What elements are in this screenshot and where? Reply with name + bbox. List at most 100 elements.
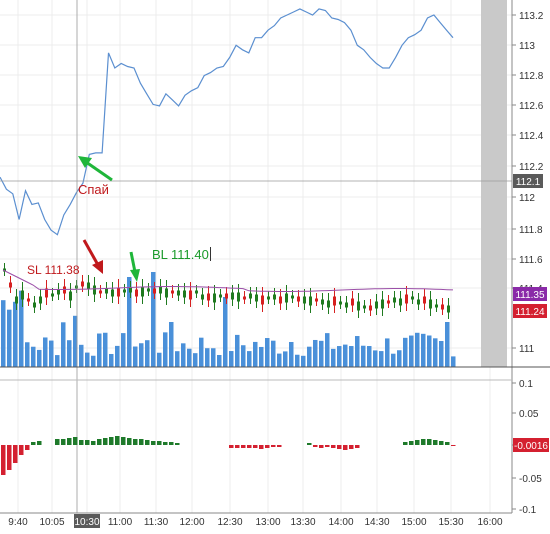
time-tick-5: 12:00 [179,517,204,528]
osc-tick-1: 0.05 [519,409,539,420]
volume-bar-75 [451,356,456,367]
candle-body-16 [99,290,102,294]
candle-body-68 [411,296,414,300]
volume-bar-43 [259,346,264,367]
osc-bar-5 [31,442,36,445]
volume-bar-66 [397,350,402,367]
osc-bar-29 [175,443,180,445]
osc-bar-38 [229,445,234,448]
price-tick-0: 113.2 [519,11,544,22]
osc-bar-69 [415,440,420,445]
volume-bar-56 [337,346,342,367]
osc-bar-3 [19,445,24,455]
candle-body-61 [369,305,372,311]
candle-body-55 [333,296,336,306]
volume-bar-37 [223,297,228,367]
volume-bar-1 [7,309,12,367]
time-tick-9: 14:00 [328,517,353,528]
osc-bar-2 [13,445,18,463]
price-tick-5: 112.2 [519,162,544,173]
price-tick-3: 112.6 [519,101,544,112]
close-price-text: 111.24 [515,307,545,318]
annotation-sl: SL 111.38 [27,263,80,277]
candle-body-15 [93,285,96,295]
volume-bar-45 [271,340,276,367]
volume-bar-10 [61,322,66,367]
volume-bar-0 [1,300,6,367]
volume-bar-40 [241,345,246,367]
current-price-label: 112.1 [513,174,543,188]
candle-body-50 [303,296,306,304]
osc-bar-23 [139,439,144,445]
candle-body-60 [363,305,366,309]
volume-bar-58 [349,346,354,367]
volume-bar-73 [439,340,444,367]
osc-bar-19 [115,436,120,445]
candle-body-42 [255,294,258,302]
candle-body-58 [351,298,354,306]
volume-bar-71 [427,335,432,367]
osc-bar-53 [319,445,324,448]
osc-bar-39 [235,445,240,448]
osc-tick-0: 0.1 [519,379,533,390]
candle-body-40 [243,296,246,300]
osc-bar-26 [157,441,162,445]
time-tick-10: 14:30 [364,517,389,528]
time-tick-1: 10:05 [39,517,64,528]
candle-body-19 [117,287,120,297]
candle-body-4 [27,298,30,302]
candle-body-48 [291,295,294,299]
volume-bar-38 [229,351,234,367]
oscillator-bars [1,436,456,475]
osc-bar-22 [133,439,138,445]
osc-bar-12 [73,437,78,445]
candle-body-66 [399,298,402,306]
osc-bar-21 [127,438,132,445]
volume-bar-13 [79,344,84,367]
osc-bar-1 [7,445,12,470]
candle-body-45 [273,294,276,300]
volume-bar-57 [343,344,348,367]
osc-bar-43 [259,445,264,449]
candle-body-24 [147,288,150,292]
candle-body-1 [9,282,12,288]
price-tick-2: 112.8 [519,71,544,82]
volume-bars [1,272,456,367]
volume-bar-52 [313,339,318,367]
volume-bar-27 [163,332,168,367]
price-tick-10: 111 [519,344,535,355]
candle-body-53 [321,299,324,305]
after-hours-shade [481,0,507,367]
volume-bar-7 [43,337,48,367]
osc-bar-71 [427,439,432,445]
candle-body-52 [315,298,318,302]
osc-tick-3: -0.05 [519,474,542,485]
volume-bar-62 [373,350,378,367]
volume-bar-24 [145,340,150,367]
candle-body-3 [21,290,24,300]
osc-bar-24 [145,440,150,445]
osc-bar-25 [151,441,156,445]
oscillator-value-text: -0.0016 [514,441,548,452]
volume-bar-48 [289,342,294,367]
volume-bar-30 [181,343,186,367]
osc-bar-13 [79,440,84,445]
volume-bar-9 [55,355,60,367]
candle-body-63 [381,299,384,309]
candle-body-72 [435,304,438,308]
volume-bar-44 [265,338,270,367]
volume-bar-20 [121,333,126,367]
volume-bar-18 [109,353,114,367]
candle-body-70 [423,296,426,304]
osc-bar-58 [349,445,354,449]
volume-bar-15 [91,355,96,367]
candle-body-20 [123,289,126,293]
candle-body-13 [81,281,84,287]
stock-chart[interactable]: 113.2 113 112.8 112.6 112.4 112.2 112 111.8 111.… [0,0,550,534]
volume-bar-68 [409,335,414,367]
candle-body-65 [393,297,396,303]
time-tick-12: 15:30 [438,517,463,528]
volume-bar-63 [379,351,384,367]
candle-body-14 [87,282,90,290]
volume-bar-72 [433,338,438,367]
